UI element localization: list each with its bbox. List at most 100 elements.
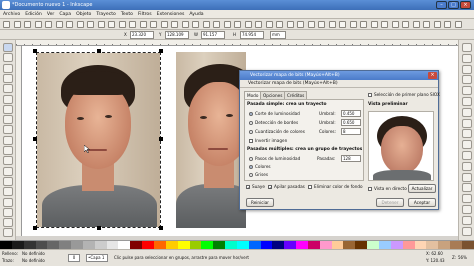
snap-icon[interactable] xyxy=(462,215,472,225)
color-swatch[interactable] xyxy=(390,241,403,249)
toolbar-icon[interactable] xyxy=(192,21,199,28)
toolbar-icon[interactable] xyxy=(349,21,357,28)
toolbar-icon[interactable] xyxy=(276,21,283,28)
color-swatch[interactable] xyxy=(201,241,214,249)
tab-options[interactable]: Opciones xyxy=(260,91,286,99)
dialog-close-button[interactable]: × xyxy=(428,72,437,79)
tool-icon[interactable] xyxy=(3,135,13,145)
color-swatch[interactable] xyxy=(11,241,24,249)
color-swatch[interactable] xyxy=(331,241,344,249)
invert-image-checkbox[interactable]: Invertir imagen xyxy=(249,137,287,144)
tool-icon[interactable] xyxy=(3,53,13,63)
toolbar-icon[interactable] xyxy=(24,21,31,28)
color-swatch[interactable] xyxy=(343,241,356,249)
selection-handle[interactable] xyxy=(33,49,37,53)
toolbar-icon[interactable] xyxy=(381,21,388,28)
color-swatch[interactable] xyxy=(177,241,190,249)
tab-credits[interactable]: Créditos xyxy=(284,91,308,99)
color-swatch[interactable] xyxy=(153,241,166,249)
menu-item[interactable]: Edición xyxy=(25,10,42,18)
tool-icon[interactable] xyxy=(3,207,13,217)
toolbar-icon[interactable] xyxy=(13,21,21,28)
tool-icon[interactable] xyxy=(3,84,13,94)
snap-icon[interactable] xyxy=(462,107,472,117)
tool-icon[interactable] xyxy=(3,104,13,114)
color-swatch[interactable] xyxy=(59,241,72,249)
color-swatch[interactable] xyxy=(130,241,143,249)
minimize-button[interactable]: – xyxy=(436,1,447,9)
color-swatch[interactable] xyxy=(94,241,107,249)
menu-item[interactable]: Ayuda xyxy=(189,10,203,18)
color-swatch[interactable] xyxy=(23,241,36,249)
color-swatch[interactable] xyxy=(402,241,415,249)
toolbar-icon[interactable] xyxy=(318,21,325,28)
color-swatch[interactable] xyxy=(0,241,12,249)
h-field[interactable]: 74.954 xyxy=(240,31,264,39)
snap-icon[interactable] xyxy=(462,183,472,193)
toolbar-icon[interactable] xyxy=(129,21,136,28)
remove-background-checkbox[interactable]: Eliminar color de fondo xyxy=(308,183,363,190)
x-field[interactable]: 23.320 xyxy=(130,31,154,39)
tool-icon[interactable] xyxy=(3,228,13,238)
selection-handle[interactable] xyxy=(33,226,37,230)
toolbar-icon[interactable] xyxy=(160,21,168,28)
radio-edge-detection[interactable]: Detección de bordes xyxy=(249,119,298,126)
toolbar-icon[interactable] xyxy=(97,21,105,28)
menu-item[interactable]: Extensiones xyxy=(157,10,185,18)
menu-item[interactable]: Filtros xyxy=(138,10,152,18)
toolbar-icon[interactable] xyxy=(3,21,10,28)
snap-icon[interactable] xyxy=(462,161,472,171)
toolbar-icon[interactable] xyxy=(444,21,451,28)
w-field[interactable]: 91.157 xyxy=(201,31,225,39)
close-window-button[interactable]: × xyxy=(460,1,471,9)
menu-item[interactable]: Texto xyxy=(121,10,133,18)
radio-colors[interactable]: Colores xyxy=(249,163,271,170)
edge-threshold-input[interactable]: 0.650 xyxy=(341,119,361,126)
toolbar-icon[interactable] xyxy=(76,21,84,28)
toolbar-icon[interactable] xyxy=(402,21,409,28)
toolbar-icon[interactable] xyxy=(339,21,346,28)
toolbar-icon[interactable] xyxy=(213,21,220,28)
tool-icon[interactable] xyxy=(3,156,13,166)
menu-item[interactable]: Capa xyxy=(59,10,71,18)
snap-icon[interactable] xyxy=(462,226,472,236)
accept-button[interactable]: Aceptar xyxy=(408,198,436,207)
color-swatch[interactable] xyxy=(450,241,462,249)
smooth-checkbox[interactable]: ✓ Suaye xyxy=(246,183,265,190)
menu-item[interactable]: Objeto xyxy=(76,10,91,18)
color-swatch[interactable] xyxy=(272,241,285,249)
toolbar-icon[interactable] xyxy=(55,21,63,28)
color-swatch[interactable] xyxy=(284,241,297,249)
snap-icon[interactable] xyxy=(462,97,472,106)
radio-brightness-steps[interactable]: Pasos de luminosidad xyxy=(249,155,300,162)
tool-icon[interactable] xyxy=(3,73,13,83)
toolbar-icon[interactable] xyxy=(370,21,378,28)
tool-icon[interactable] xyxy=(3,218,13,228)
opacity-field[interactable]: 0 xyxy=(68,254,80,262)
color-swatch[interactable] xyxy=(355,241,368,249)
toolbar-icon[interactable] xyxy=(118,21,126,28)
tool-icon[interactable] xyxy=(3,166,13,176)
color-swatch[interactable] xyxy=(379,241,391,249)
toolbar-icon[interactable] xyxy=(223,21,231,28)
toolbar-icon[interactable] xyxy=(45,21,52,28)
snap-icon[interactable] xyxy=(462,194,472,204)
color-swatch[interactable] xyxy=(225,241,237,249)
color-swatch[interactable] xyxy=(319,241,332,249)
live-preview-checkbox[interactable]: Vista en directo xyxy=(368,185,407,192)
siox-checkbox[interactable]: Selección de primer plano SIOX xyxy=(368,91,440,98)
toolbar-icon[interactable] xyxy=(150,21,157,28)
color-swatch[interactable] xyxy=(438,241,451,249)
toolbar-icon[interactable] xyxy=(307,21,315,28)
toolbar-icon[interactable] xyxy=(423,21,430,28)
unit-select[interactable]: mm xyxy=(270,31,286,39)
color-swatch[interactable] xyxy=(367,241,379,249)
toolbar-icon[interactable] xyxy=(234,21,241,28)
tool-icon[interactable] xyxy=(3,43,13,52)
selection-handle[interactable] xyxy=(159,49,163,53)
color-swatch[interactable] xyxy=(213,241,226,249)
color-swatch[interactable] xyxy=(47,241,60,249)
snap-icon[interactable] xyxy=(462,75,472,85)
tool-icon[interactable] xyxy=(3,146,13,155)
color-swatch[interactable] xyxy=(296,241,308,249)
